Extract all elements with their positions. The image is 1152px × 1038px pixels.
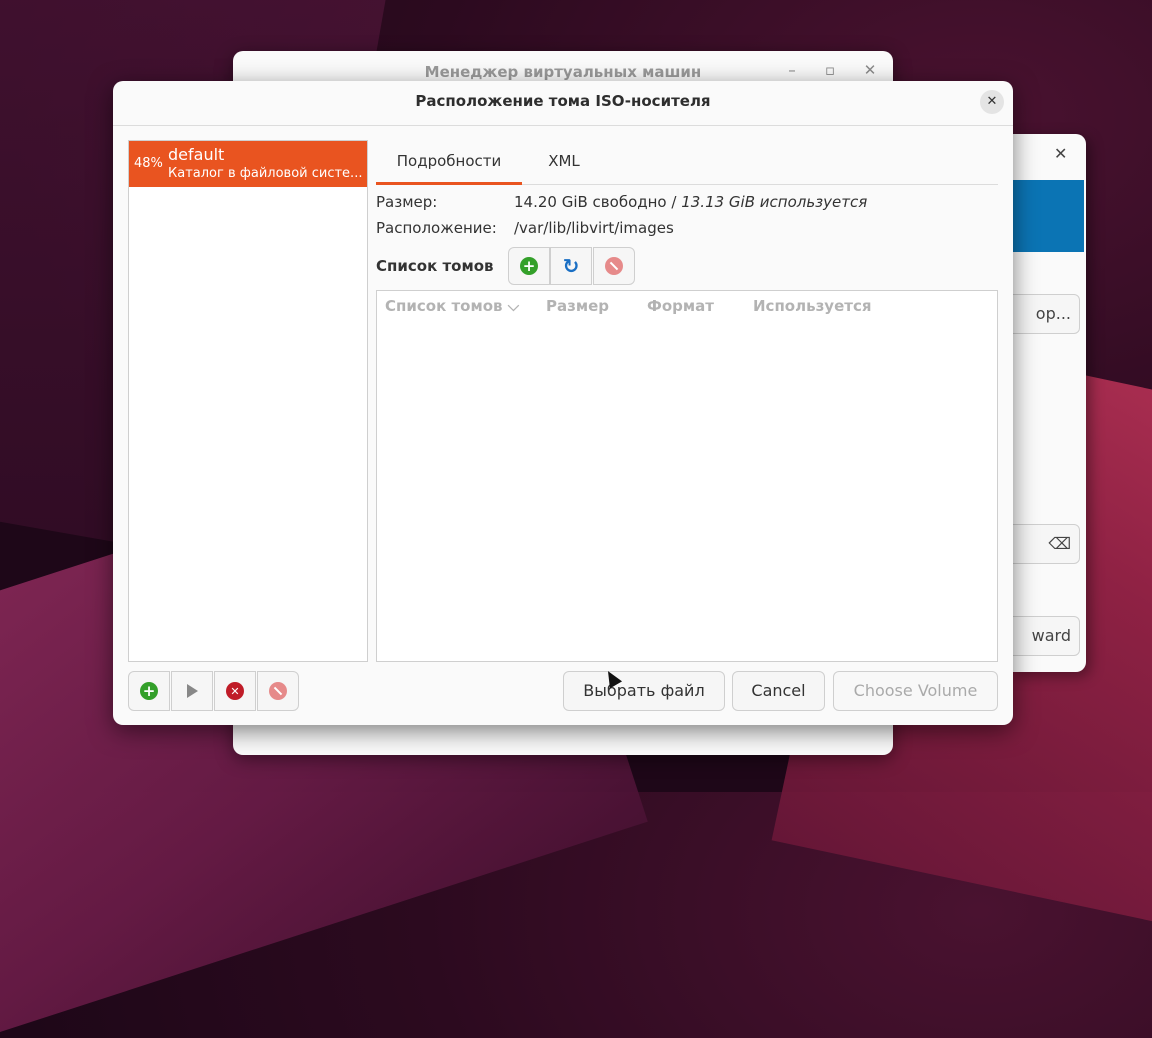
close-icon[interactable]: ✕ [859,59,881,81]
add-volume-button[interactable]: + [508,247,550,285]
pool-usage: 48% [134,156,163,171]
header-banner [1010,180,1084,252]
location-value: /var/lib/libvirt/images [514,219,674,237]
volume-table: Список томов ⌵ Размер Формат Используетс… [376,290,998,662]
clear-icon[interactable]: ⌫ [1010,524,1080,564]
column-size[interactable]: Размер [546,297,609,315]
add-icon: + [140,682,158,700]
size-free: 14.20 GiB свободно / [514,193,677,211]
play-icon [186,684,198,698]
column-format[interactable]: Формат [647,297,714,315]
close-icon[interactable]: ✕ [980,90,1004,114]
refresh-button[interactable]: ↻ [550,247,592,285]
minimize-icon[interactable]: – [781,59,803,81]
location-label: Расположение: [376,219,497,237]
cancel-button[interactable]: Cancel [732,671,825,711]
browse-local-button[interactable]: Выбрать файл [563,671,725,711]
pool-description: Каталог в файловой систе... [168,166,363,181]
new-vm-window: ✕ ор... ⌫ ward [1010,134,1086,672]
stop-pool-button[interactable] [257,671,299,711]
delete-pool-button[interactable]: ✕ [214,671,256,711]
volumes-label: Список томов [376,257,494,275]
start-pool-button[interactable] [171,671,213,711]
pool-name: default [168,145,225,164]
tab-xml[interactable]: XML [536,140,592,182]
iso-location-dialog: Расположение тома ISO-носителя ✕ 48% def… [113,81,1013,725]
size-value: 14.20 GiB свободно / 13.13 GiB используе… [514,193,867,211]
maximize-icon[interactable]: ▫ [819,59,841,81]
pool-list: 48% default Каталог в файловой систе... [128,140,368,662]
sort-icon: ⌵ [507,297,520,315]
tab-bar: Подробности XML [376,140,998,185]
browse-button[interactable]: ор... [1010,294,1080,334]
pool-item-default[interactable]: 48% default Каталог в файловой систе... [129,141,367,187]
choose-volume-button[interactable]: Choose Volume [833,671,998,711]
close-icon[interactable]: ✕ [1054,144,1067,163]
tab-details[interactable]: Подробности [376,140,522,185]
delete-icon: ✕ [226,682,244,700]
column-used[interactable]: Используется [753,297,871,315]
dialog-title: Расположение тома ISO-носителя [415,92,711,110]
add-icon: + [520,257,538,275]
delete-volume-button[interactable] [593,247,635,285]
add-pool-button[interactable]: + [128,671,170,711]
refresh-icon: ↻ [562,254,580,278]
divider [113,125,1013,126]
stop-icon [605,257,623,275]
size-used: 13.13 GiB используется [681,193,868,211]
column-volumes[interactable]: Список томов ⌵ [385,297,519,315]
forward-button[interactable]: ward [1010,616,1080,656]
size-label: Размер: [376,193,438,211]
stop-icon [269,682,287,700]
